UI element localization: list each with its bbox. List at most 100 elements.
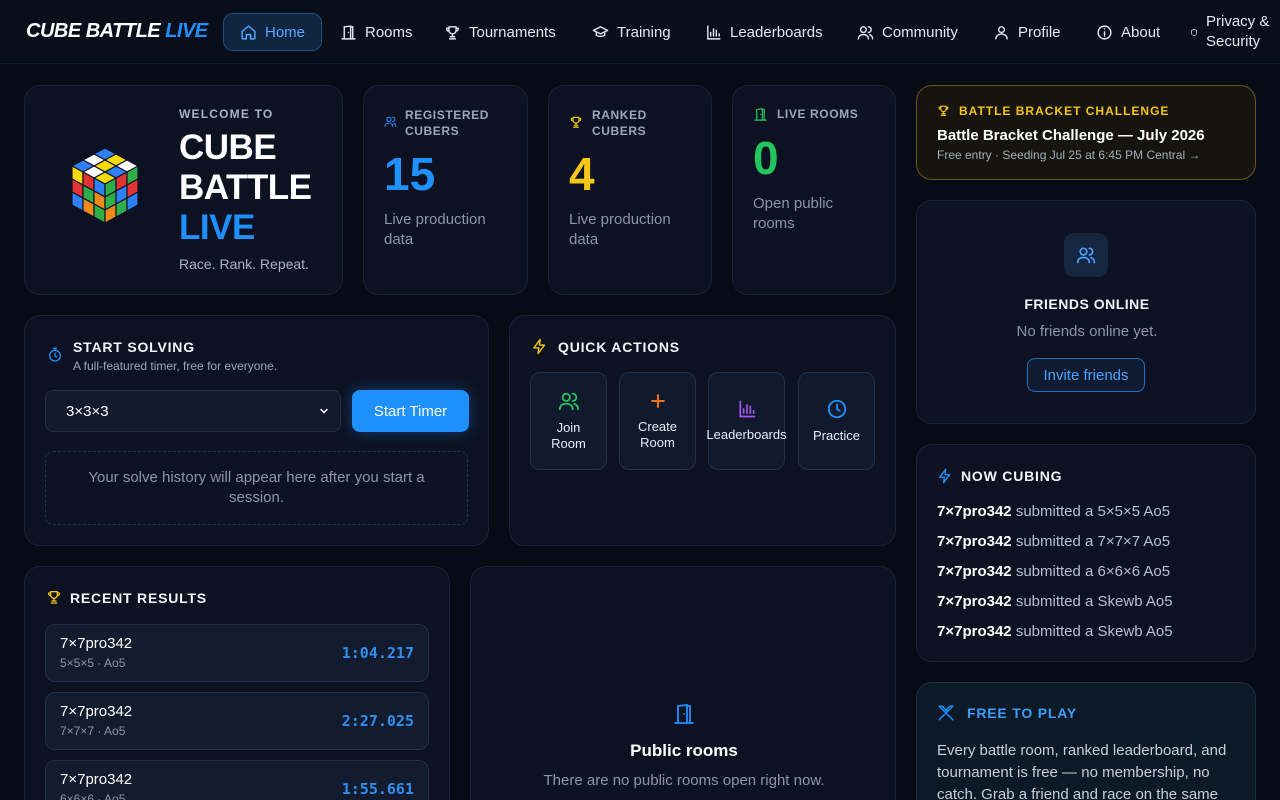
nav-community-label: Community [882,23,958,41]
shield-icon [1191,28,1197,36]
start-timer-button[interactable]: Start Timer [352,390,469,432]
quick-actions-card: QUICK ACTIONS Join Room Create Room Lead… [509,315,896,546]
activity-user[interactable]: 7×7pro342 [937,593,1012,610]
nav-privacy[interactable]: Privacy & Security [1180,13,1280,51]
create-room-tile[interactable]: Create Room [619,372,696,470]
bracket-sub: Free entry · Seeding Jul 25 at 6:45 PM C… [937,148,1201,162]
stat-value: 15 [384,148,436,200]
bracket-card[interactable]: BATTLE BRACKET CHALLENGE Battle Bracket … [916,85,1256,180]
logo-accent: LIVE [165,20,208,42]
welcome-eyebrow: WELCOME TO [179,107,274,121]
stat-card-live-rooms: LIVE ROOMS 0 Open public rooms [732,85,896,295]
activity-item: 7×7pro342 submitted a Skewb Ao5 [937,593,1173,610]
activity-user[interactable]: 7×7pro342 [937,563,1012,580]
puzzle-select[interactable]: 3×3×3 [45,390,341,432]
now-cubing-card: NOW CUBING 7×7pro342 submitted a 5×5×5 A… [916,444,1256,662]
top-nav: CUBE BATTLE LIVE Home Rooms Tournaments … [0,0,1280,64]
result-row[interactable]: 7×7pro342 5×5×5 · Ao5 1:04.217 [45,624,429,682]
friends-empty: No friends online yet. [1016,323,1158,340]
join-room-tile[interactable]: Join Room [530,372,607,470]
invite-friends-button[interactable]: Invite friends [1027,358,1145,392]
result-time: 1:04.217 [341,644,414,662]
result-time: 1:55.661 [341,780,414,798]
nav-rooms[interactable]: Rooms [324,13,429,51]
users-icon [857,25,874,40]
solve-history-empty: Your solve history will appear here afte… [45,451,468,525]
door-icon [674,703,694,724]
activity-item: 7×7pro342 submitted a 6×6×6 Ao5 [937,563,1170,580]
trophy-icon [446,25,459,40]
welcome-tagline: Race. Rank. Repeat. [179,256,309,272]
door-icon [754,108,767,121]
trophy-icon [47,591,61,604]
stat-value: 4 [569,148,595,200]
free-to-play-title: FREE TO PLAY [967,705,1077,721]
nav-profile[interactable]: Profile [977,13,1077,51]
plus-icon [650,394,665,408]
nav-leaderboards[interactable]: Leaderboards [689,13,839,51]
result-user: 7×7pro342 [60,635,133,652]
stat-value: 0 [753,132,779,184]
nav-training-label: Training [617,23,671,41]
trophy-icon [938,105,949,116]
result-time: 2:27.025 [341,712,414,730]
public-rooms-card: Public rooms There are no public rooms o… [470,566,896,800]
recent-results-title: RECENT RESULTS [70,590,207,606]
bar-chart-icon [707,24,721,40]
rubiks-cube-icon [70,147,140,225]
nav-training[interactable]: Training [576,13,687,51]
info-icon [1097,24,1112,40]
site-logo[interactable]: CUBE BATTLE LIVE [26,20,208,43]
welcome-line-3: LIVE [179,208,255,247]
activity-text: submitted a 6×6×6 Ao5 [1015,563,1171,580]
nav-leaderboards-label: Leaderboards [730,23,823,41]
leaderboards-tile[interactable]: Leaderboards [706,372,787,470]
result-meta: 5×5×5 · Ao5 [60,656,126,670]
activity-text: submitted a Skewb Ao5 [1015,623,1173,640]
nav-privacy-label: Privacy & Security [1206,13,1270,50]
result-user: 7×7pro342 [60,703,133,720]
stat-card-ranked: RANKED CUBERS 4 Live production data [548,85,712,295]
nav-tournaments[interactable]: Tournaments [428,13,572,51]
now-cubing-title: NOW CUBING [961,468,1063,484]
nav-rooms-label: Rooms [365,23,413,41]
nav-home[interactable]: Home [223,13,323,51]
quick-actions-title: QUICK ACTIONS [558,339,680,355]
users-icon [384,116,397,127]
join-room-label: Join Room [551,420,586,451]
result-meta: 7×7×7 · Ao5 [60,724,126,738]
nav-community[interactable]: Community [841,13,974,51]
activity-user[interactable]: 7×7pro342 [937,503,1012,520]
nav-about-label: About [1121,23,1161,41]
bracket-badge: BATTLE BRACKET CHALLENGE [959,104,1170,118]
activity-item: 7×7pro342 submitted a 7×7×7 Ao5 [937,533,1170,550]
activity-user[interactable]: 7×7pro342 [937,533,1012,550]
result-row[interactable]: 7×7pro342 6×6×6 · Ao5 1:55.661 [45,760,429,800]
stat-sub: Open public rooms [753,195,834,232]
start-solving-card: START SOLVING A full-featured timer, fre… [24,315,489,546]
door-icon [341,24,356,40]
nav-about[interactable]: About [1080,13,1176,51]
activity-item: 7×7pro342 submitted a 5×5×5 Ao5 [937,503,1170,520]
stat-sub: Live production data [569,211,671,248]
result-meta: 6×6×6 · Ao5 [60,792,126,800]
welcome-line-2: BATTLE [179,168,312,207]
create-room-label: Create Room [637,419,678,450]
lightning-icon [939,468,951,484]
activity-user[interactable]: 7×7pro342 [937,623,1012,640]
logo-text: CUBE BATTLE [26,20,161,42]
stopwatch-icon [49,347,61,362]
friends-card: FRIENDS ONLINE No friends online yet. In… [916,200,1256,424]
friends-icon-badge [1064,233,1108,277]
nav-home-label: Home [265,23,306,41]
users-icon [558,392,579,411]
practice-label: Practice [813,428,860,443]
bracket-title: Battle Bracket Challenge — July 2026 [937,127,1205,144]
chevron-down-icon [320,408,328,414]
result-row[interactable]: 7×7pro342 7×7×7 · Ao5 2:27.025 [45,692,429,750]
clock-icon [827,399,846,419]
activity-text: submitted a 7×7×7 Ao5 [1015,533,1171,550]
user-icon [995,25,1008,40]
users-icon [1076,247,1096,264]
practice-tile[interactable]: Practice [798,372,875,470]
